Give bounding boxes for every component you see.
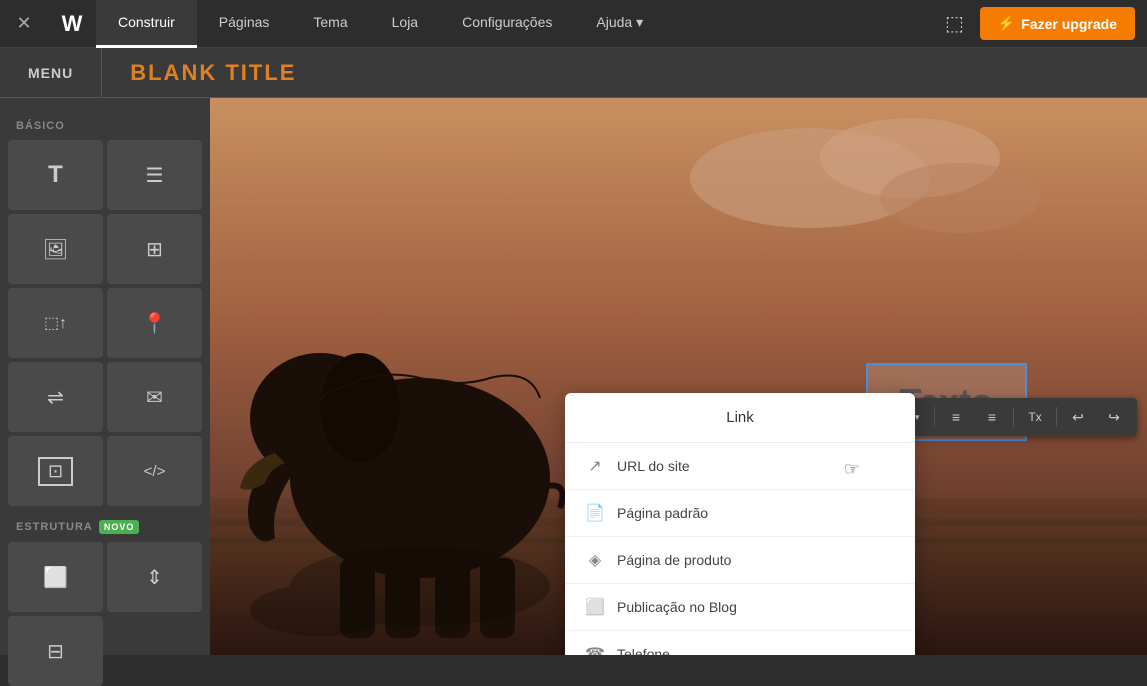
divider-icon: ⇌ (47, 385, 64, 410)
novo-badge: NOVO (99, 520, 140, 534)
upgrade-button[interactable]: ⚡ Fazer upgrade (980, 7, 1135, 40)
upgrade-label: Fazer upgrade (1021, 16, 1117, 32)
page-icon: 📄 (585, 503, 605, 523)
toolbar-undo-button[interactable]: ↩ (1061, 402, 1095, 432)
contact-icon: ✉ (146, 385, 163, 410)
tab-ajuda[interactable]: Ajuda ▾ (574, 0, 665, 48)
tab-construir[interactable]: Construir (96, 0, 197, 48)
link-option-blog-label: Publicação no Blog (617, 599, 737, 615)
link-option-product-label: Página de produto (617, 552, 731, 568)
spacer-icon: ⇕ (146, 565, 163, 590)
link-option-url-label: URL do site (617, 458, 690, 474)
tab-loja[interactable]: Loja (370, 0, 440, 48)
button-icon: ⊡ (38, 457, 73, 486)
clear-format-icon: Tx (1028, 410, 1041, 424)
sidebar-grid-basico: T ☰ 🖼 ⊞ ⬚↑ 📍 ⇌ ✉ ⊡ (8, 140, 202, 506)
sidebar-item-gallery[interactable]: ⊞ (107, 214, 202, 284)
sidebar-item-strip[interactable]: ⊟ (8, 616, 103, 686)
tab-configuracoes[interactable]: Configurações (440, 0, 574, 48)
link-dropdown: Link ↗ URL do site ☞ 📄 Página padrão ◈ P… (565, 393, 915, 655)
link-option-phone-label: Telefone (617, 646, 670, 655)
close-icon: ✕ (16, 13, 31, 34)
close-button[interactable]: ✕ (0, 0, 48, 48)
cursor-pointer-icon: ☞ (844, 459, 860, 480)
code-icon: </> (144, 463, 166, 480)
ordered-list-icon: ≡ (988, 409, 996, 425)
upgrade-icon: ⚡ (998, 15, 1015, 32)
top-nav: ✕ W Construir Páginas Tema Loja Configur… (0, 0, 1147, 48)
page-title: BLANK TITLE (102, 60, 324, 86)
main-layout: BÁSICO T ☰ 🖼 ⊞ ⬚↑ 📍 ⇌ ✉ (0, 98, 1147, 655)
text-icon: T (48, 161, 63, 189)
canvas: Texto 🔗 ≡▾ ≡ ≡ Tx ↩ (210, 98, 1147, 655)
link-option-phone[interactable]: ☎ Telefone (565, 631, 915, 655)
estrutura-label: ESTRUTURA NOVO (8, 514, 202, 542)
toolbar-ordered-list-button[interactable]: ≡ (975, 402, 1009, 432)
logo: W (48, 0, 96, 48)
product-icon: ◈ (585, 550, 605, 570)
device-icon: ⬚ (945, 13, 964, 35)
url-icon: ↗ (585, 456, 605, 476)
sidebar-item-spacer[interactable]: ⇕ (107, 542, 202, 612)
sidebar-item-divider[interactable]: ⇌ (8, 362, 103, 432)
toolbar-list-button[interactable]: ≡ (939, 402, 973, 432)
redo-icon: ↪ (1108, 409, 1120, 426)
sidebar-item-map[interactable]: 📍 (107, 288, 202, 358)
link-option-blog[interactable]: ⬜ Publicação no Blog (565, 584, 915, 631)
sidebar-grid-estrutura: ⬜ ⇕ ⊟ (8, 542, 202, 686)
tab-paginas[interactable]: Páginas (197, 0, 292, 48)
strip-icon: ⊟ (47, 639, 64, 664)
secondary-bar: MENU BLANK TITLE (0, 48, 1147, 98)
nav-tabs: Construir Páginas Tema Loja Configuraçõe… (96, 0, 937, 48)
unordered-list-icon: ≡ (952, 409, 960, 425)
undo-icon: ↩ (1072, 409, 1084, 426)
link-dropdown-header: Link (565, 393, 915, 443)
sidebar-item-code[interactable]: </> (107, 436, 202, 506)
image-icon: 🖼 (43, 237, 68, 262)
sidebar-item-image[interactable]: 🖼 (8, 214, 103, 284)
menu-tab[interactable]: MENU (0, 48, 102, 97)
link-option-page-label: Página padrão (617, 505, 708, 521)
blog-icon: ⬜ (585, 597, 605, 617)
toolbar-redo-button[interactable]: ↪ (1097, 402, 1131, 432)
toolbar-divider-2 (1013, 407, 1014, 427)
sidebar-item-text[interactable]: T (8, 140, 103, 210)
paragraph-icon: ☰ (146, 163, 164, 188)
section-icon: ⬜ (43, 565, 68, 590)
map-icon: 📍 (142, 311, 167, 336)
device-toggle-button[interactable]: ⬚ (937, 11, 972, 36)
sidebar-item-paragraph[interactable]: ☰ (107, 140, 202, 210)
basico-label: BÁSICO (8, 114, 202, 140)
link-option-page[interactable]: 📄 Página padrão (565, 490, 915, 537)
sidebar-item-section[interactable]: ⬜ (8, 542, 103, 612)
tab-tema[interactable]: Tema (291, 0, 369, 48)
toolbar-divider-1 (934, 407, 935, 427)
sidebar-item-slideshow[interactable]: ⬚↑ (8, 288, 103, 358)
link-option-url[interactable]: ↗ URL do site ☞ (565, 443, 915, 490)
sidebar-item-contact[interactable]: ✉ (107, 362, 202, 432)
nav-right: ⬚ ⚡ Fazer upgrade (937, 7, 1147, 40)
phone-icon: ☎ (585, 644, 605, 655)
slideshow-icon: ⬚↑ (44, 313, 67, 333)
toolbar-clear-format-button[interactable]: Tx (1018, 402, 1052, 432)
toolbar-divider-3 (1056, 407, 1057, 427)
gallery-icon: ⊞ (146, 237, 163, 262)
sidebar-item-button[interactable]: ⊡ (8, 436, 103, 506)
sidebar: BÁSICO T ☰ 🖼 ⊞ ⬚↑ 📍 ⇌ ✉ (0, 98, 210, 655)
link-option-product[interactable]: ◈ Página de produto (565, 537, 915, 584)
